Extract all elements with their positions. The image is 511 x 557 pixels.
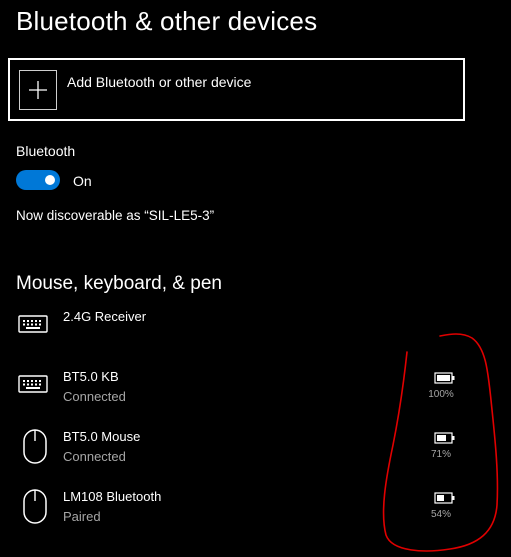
device-item-2-4g-receiver[interactable]: 2.4G Receiver	[0, 309, 511, 359]
keyboard-icon	[18, 314, 50, 354]
battery-icon	[434, 491, 456, 504]
keyboard-icon	[18, 374, 50, 414]
device-item-bt5-kb[interactable]: BT5.0 KB Connected 100%	[0, 369, 511, 419]
bluetooth-label: Bluetooth	[16, 143, 76, 159]
device-item-lm108-bluetooth[interactable]: LM108 Bluetooth Paired 54%	[0, 489, 511, 539]
bluetooth-toggle[interactable]	[16, 170, 60, 190]
device-status: Connected	[63, 449, 126, 464]
mouse-icon	[22, 489, 54, 529]
device-name: 2.4G Receiver	[63, 309, 147, 324]
device-name: BT5.0 Mouse	[63, 429, 141, 444]
section-heading: Mouse, keyboard, & pen	[16, 273, 222, 294]
device-item-bt5-mouse[interactable]: BT5.0 Mouse Connected 71%	[0, 429, 511, 479]
toggle-knob	[45, 175, 55, 185]
add-device-button[interactable]: Add Bluetooth or other device	[8, 58, 465, 121]
battery-icon	[434, 431, 456, 444]
device-status: Paired	[63, 509, 101, 524]
mouse-icon	[22, 429, 54, 469]
add-device-label: Add Bluetooth or other device	[67, 74, 252, 90]
device-name: LM108 Bluetooth	[63, 489, 162, 504]
discoverable-text: Now discoverable as “SIL-LE5-3”	[16, 208, 215, 223]
page-title: Bluetooth & other devices	[16, 6, 318, 36]
plus-icon	[19, 70, 57, 110]
device-name: BT5.0 KB	[63, 369, 119, 384]
battery-percentage: 100%	[428, 389, 454, 400]
battery-percentage: 71%	[430, 449, 451, 460]
battery-icon	[434, 371, 456, 384]
device-status: Connected	[63, 389, 126, 404]
battery-percentage: 54%	[430, 509, 451, 520]
bluetooth-toggle-state: On	[73, 173, 92, 189]
